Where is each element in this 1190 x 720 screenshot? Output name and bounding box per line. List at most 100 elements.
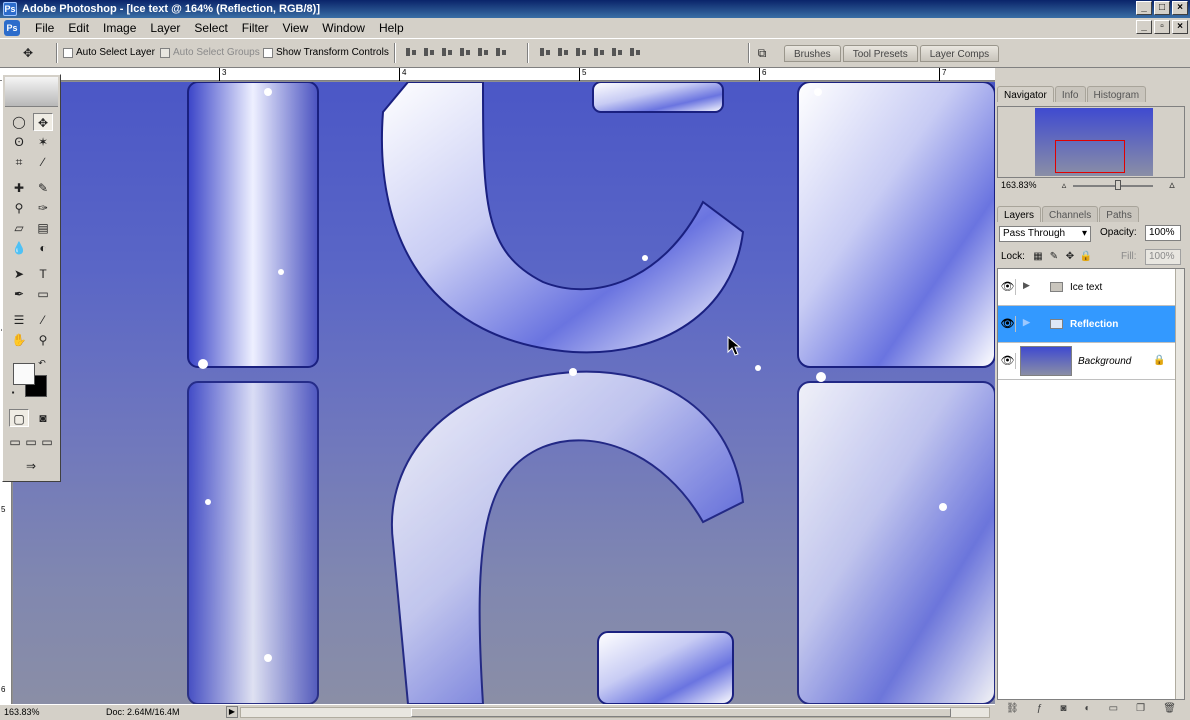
layer-row-reflection[interactable]: 👁 ▶ Reflection — [998, 306, 1176, 343]
move-tool-icon[interactable]: ✥ — [33, 113, 53, 131]
new-layer-icon[interactable]: ❐ — [1136, 703, 1145, 714]
layer-style-icon[interactable]: ƒ — [1037, 703, 1043, 714]
distribute-horizontal-center-icon[interactable] — [610, 45, 624, 59]
eye-icon[interactable]: 👁 — [1000, 316, 1016, 332]
maximize-button[interactable]: □ — [1154, 1, 1170, 15]
canvas[interactable] — [13, 82, 995, 704]
expand-triangle-icon[interactable]: ▶ — [1023, 280, 1030, 291]
gradient-tool-icon[interactable]: ▤ — [33, 219, 53, 237]
zoom-tool-icon[interactable]: ⚲ — [33, 331, 53, 349]
link-layers-icon[interactable]: ⛓ — [1006, 703, 1019, 714]
eyedropper-tool-icon[interactable]: ⁄ — [33, 311, 53, 329]
healing-brush-tool-icon[interactable]: ✚ — [9, 179, 29, 197]
quick-mask-mode-icon[interactable]: ◙ — [33, 409, 53, 427]
clone-stamp-tool-icon[interactable]: ⚲ — [9, 199, 29, 217]
layer-row-ice-text[interactable]: 👁 ▶ Ice text — [998, 269, 1176, 306]
menu-filter[interactable]: Filter — [235, 21, 276, 35]
tab-channels[interactable]: Channels — [1042, 206, 1099, 222]
delete-layer-icon[interactable]: 🗑 — [1163, 703, 1176, 714]
tab-info[interactable]: Info — [1054, 86, 1086, 102]
lock-transparency-icon[interactable]: ▦ — [1031, 248, 1045, 266]
horizontal-scrollbar-thumb[interactable] — [411, 708, 951, 717]
horizontal-scrollbar[interactable] — [240, 707, 990, 718]
eraser-tool-icon[interactable]: ▱ — [9, 219, 29, 237]
auto-select-layer-option[interactable]: Auto Select Layer — [63, 47, 155, 58]
layers-scrollbar[interactable] — [1175, 269, 1184, 699]
document-icon[interactable]: Ps — [4, 20, 20, 36]
palette-well-layer-comps[interactable]: Layer Comps — [919, 45, 1000, 62]
distribute-bottom-icon[interactable] — [574, 45, 588, 59]
menu-help[interactable]: Help — [372, 21, 411, 35]
file-browser-icon[interactable]: ⧉ — [752, 44, 772, 62]
crop-tool-icon[interactable]: ⌗ — [9, 153, 29, 171]
eye-icon[interactable]: 👁 — [1000, 353, 1016, 369]
move-tool-preset-icon[interactable]: ✥ — [18, 44, 38, 62]
doc-restore-button[interactable]: ▫ — [1154, 20, 1170, 34]
shape-tool-icon[interactable]: ▭ — [33, 285, 53, 303]
feather-logo[interactable] — [5, 77, 58, 107]
new-group-icon[interactable]: ▭ — [1109, 703, 1118, 714]
standard-mode-icon[interactable]: ▢ — [9, 409, 29, 427]
menu-edit[interactable]: Edit — [61, 21, 96, 35]
status-menu-arrow-icon[interactable]: ▶ — [226, 706, 238, 718]
pen-tool-icon[interactable]: ✒ — [9, 285, 29, 303]
type-tool-icon[interactable]: T — [33, 265, 53, 283]
navigator-thumbnail[interactable] — [1035, 108, 1153, 176]
default-colors-icon[interactable]: ▪ — [7, 387, 19, 399]
distribute-right-icon[interactable] — [628, 45, 642, 59]
auto-select-layer-checkbox[interactable] — [63, 47, 73, 58]
align-vertical-center-icon[interactable] — [422, 45, 436, 59]
menu-layer[interactable]: Layer — [143, 21, 187, 35]
blend-mode-select[interactable]: Pass Through ▾ — [999, 226, 1091, 242]
close-button[interactable]: × — [1172, 1, 1188, 15]
lock-position-icon[interactable]: ✥ — [1063, 248, 1077, 266]
expand-triangle-icon[interactable]: ▶ — [1023, 317, 1030, 328]
history-brush-tool-icon[interactable]: ✑ — [33, 199, 53, 217]
show-transform-controls-checkbox[interactable] — [263, 47, 273, 58]
screen-mode-full-icon[interactable]: ▭ — [39, 433, 55, 451]
align-top-icon[interactable] — [404, 45, 418, 59]
zoom-in-icon[interactable]: ▵ — [1165, 176, 1179, 194]
tab-histogram[interactable]: Histogram — [1086, 86, 1147, 102]
tab-navigator[interactable]: Navigator — [997, 86, 1054, 102]
screen-mode-menubar-icon[interactable]: ▭ — [23, 433, 39, 451]
palette-well-tool-presets[interactable]: Tool Presets — [842, 45, 918, 62]
slice-tool-icon[interactable]: ∕ — [33, 153, 53, 171]
align-bottom-icon[interactable] — [440, 45, 454, 59]
menu-file[interactable]: File — [28, 21, 61, 35]
lock-pixels-icon[interactable]: ✎ — [1047, 248, 1061, 266]
menu-image[interactable]: Image — [96, 21, 143, 35]
dodge-tool-icon[interactable]: ◐ — [33, 239, 53, 257]
magic-wand-tool-icon[interactable]: ✶ — [33, 133, 53, 151]
zoom-out-icon[interactable]: ▵ — [1057, 176, 1071, 194]
menu-window[interactable]: Window — [315, 21, 372, 35]
align-horizontal-center-icon[interactable] — [476, 45, 490, 59]
palette-well-brushes[interactable]: Brushes — [784, 45, 841, 62]
tab-paths[interactable]: Paths — [1099, 206, 1139, 222]
layer-row-background[interactable]: 👁 Background 🔒 — [998, 343, 1176, 380]
brush-tool-icon[interactable]: ✎ — [33, 179, 53, 197]
menu-select[interactable]: Select — [187, 21, 234, 35]
show-transform-controls-option[interactable]: Show Transform Controls — [263, 47, 389, 58]
navigator-view-box[interactable] — [1055, 140, 1125, 173]
tab-layers[interactable]: Layers — [997, 206, 1042, 222]
lasso-tool-icon[interactable]: ʘ — [9, 133, 29, 151]
lock-all-icon[interactable]: 🔒 — [1079, 248, 1093, 266]
blur-tool-icon[interactable]: 💧 — [9, 239, 29, 257]
zoom-slider-knob[interactable] — [1115, 180, 1121, 190]
screen-mode-standard-icon[interactable]: ▭ — [7, 433, 23, 451]
align-right-icon[interactable] — [494, 45, 508, 59]
doc-close-button[interactable]: × — [1172, 20, 1188, 34]
status-zoom[interactable]: 163.83% — [4, 707, 40, 717]
layer-mask-icon[interactable]: ◙ — [1060, 703, 1066, 714]
foreground-color-swatch[interactable] — [13, 363, 35, 385]
doc-minimize-button[interactable]: _ — [1136, 20, 1152, 34]
distribute-top-icon[interactable] — [538, 45, 552, 59]
navigator-zoom[interactable]: 163.83% — [1001, 180, 1037, 190]
eye-icon[interactable]: 👁 — [1000, 279, 1016, 295]
jump-to-imageready-icon[interactable]: ⇒ — [9, 457, 53, 475]
hand-tool-icon[interactable]: ✋ — [9, 331, 29, 349]
distribute-vertical-center-icon[interactable] — [556, 45, 570, 59]
menu-view[interactable]: View — [275, 21, 315, 35]
marquee-tool-icon[interactable]: ◯ — [9, 113, 29, 131]
